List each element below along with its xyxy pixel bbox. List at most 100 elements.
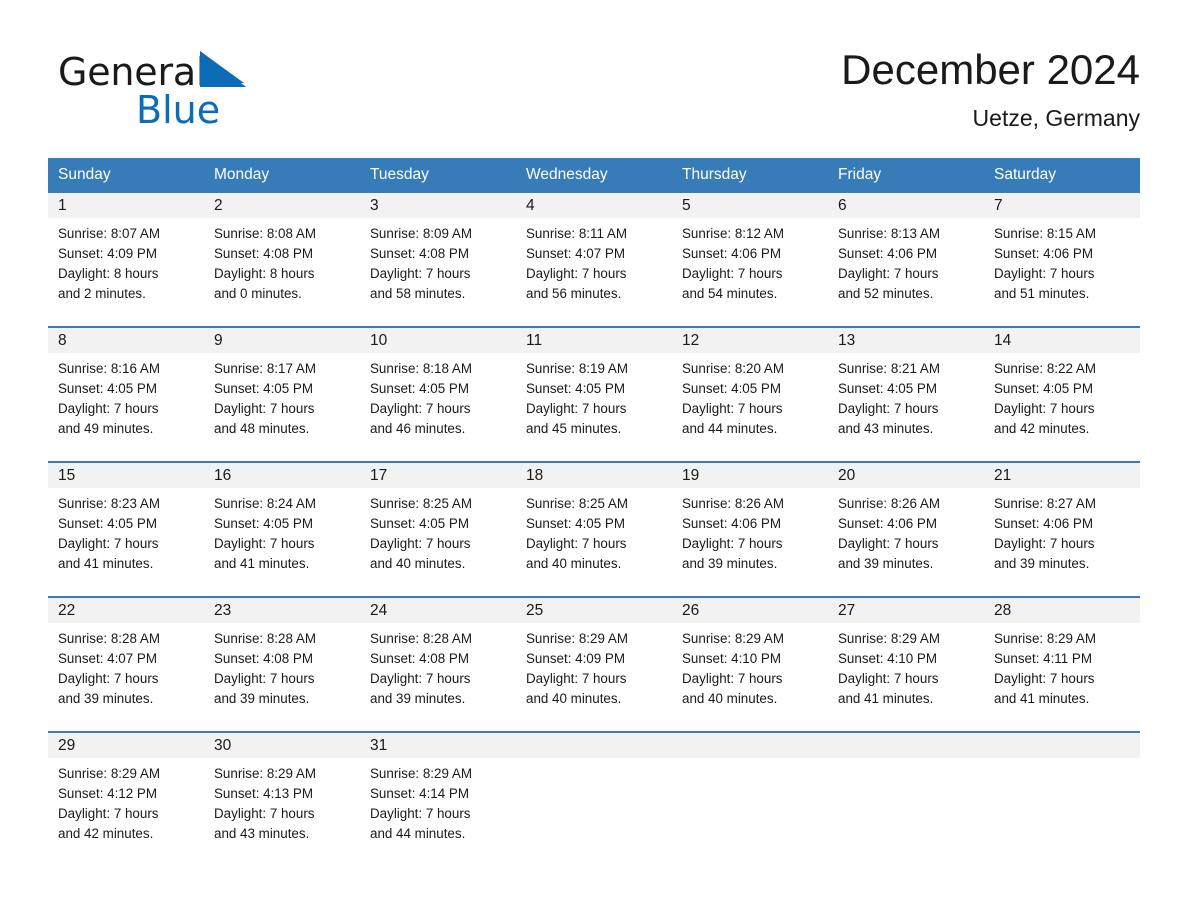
- day-number[interactable]: 3: [360, 191, 516, 218]
- day-cell: Sunrise: 8:08 AM Sunset: 4:08 PM Dayligh…: [204, 218, 360, 327]
- day-number-empty: [984, 731, 1140, 758]
- sunrise-text: Sunrise: 8:17 AM: [214, 361, 316, 376]
- sunrise-text: Sunrise: 8:29 AM: [838, 631, 940, 646]
- daylight-text-line1: Daylight: 7 hours: [58, 536, 159, 551]
- daylight-text-line2: and 42 minutes.: [58, 826, 154, 841]
- day-number[interactable]: 15: [48, 461, 204, 488]
- day-number-empty: [828, 731, 984, 758]
- day-number[interactable]: 20: [828, 461, 984, 488]
- day-number[interactable]: 2: [204, 191, 360, 218]
- day-number[interactable]: 31: [360, 731, 516, 758]
- day-number[interactable]: 8: [48, 326, 204, 353]
- sunset-text: Sunset: 4:10 PM: [838, 651, 937, 666]
- day-number[interactable]: 18: [516, 461, 672, 488]
- day-number[interactable]: 16: [204, 461, 360, 488]
- day-number[interactable]: 28: [984, 596, 1140, 623]
- sunset-text: Sunset: 4:05 PM: [682, 381, 781, 396]
- day-cell: Sunrise: 8:25 AM Sunset: 4:05 PM Dayligh…: [360, 488, 516, 597]
- daylight-text-line2: and 2 minutes.: [58, 286, 146, 301]
- daylight-text-line1: Daylight: 7 hours: [370, 671, 471, 686]
- day-number[interactable]: 17: [360, 461, 516, 488]
- day-number[interactable]: 23: [204, 596, 360, 623]
- daylight-text-line2: and 39 minutes.: [58, 691, 154, 706]
- day-cell: Sunrise: 8:29 AM Sunset: 4:11 PM Dayligh…: [984, 623, 1140, 732]
- day-number[interactable]: 6: [828, 191, 984, 218]
- generalblue-logo[interactable]: General Blue: [58, 50, 358, 142]
- sunrise-text: Sunrise: 8:24 AM: [214, 496, 316, 511]
- logo-text-blue: Blue: [136, 88, 221, 132]
- day-number[interactable]: 27: [828, 596, 984, 623]
- sunrise-text: Sunrise: 8:25 AM: [526, 496, 628, 511]
- day-number[interactable]: 25: [516, 596, 672, 623]
- day-number[interactable]: 4: [516, 191, 672, 218]
- day-number[interactable]: 24: [360, 596, 516, 623]
- sunrise-text: Sunrise: 8:26 AM: [838, 496, 940, 511]
- day-cell: Sunrise: 8:28 AM Sunset: 4:08 PM Dayligh…: [360, 623, 516, 732]
- day-number[interactable]: 30: [204, 731, 360, 758]
- day-cell: Sunrise: 8:07 AM Sunset: 4:09 PM Dayligh…: [48, 218, 204, 327]
- day-number[interactable]: 1: [48, 191, 204, 218]
- sunset-text: Sunset: 4:14 PM: [370, 786, 469, 801]
- daylight-text-line2: and 52 minutes.: [838, 286, 934, 301]
- day-cell: Sunrise: 8:15 AM Sunset: 4:06 PM Dayligh…: [984, 218, 1140, 327]
- daylight-text-line2: and 39 minutes.: [682, 556, 778, 571]
- day-number[interactable]: 21: [984, 461, 1140, 488]
- sunset-text: Sunset: 4:08 PM: [370, 651, 469, 666]
- day-cell: Sunrise: 8:18 AM Sunset: 4:05 PM Dayligh…: [360, 353, 516, 462]
- daylight-text-line2: and 0 minutes.: [214, 286, 302, 301]
- day-number[interactable]: 14: [984, 326, 1140, 353]
- sunrise-text: Sunrise: 8:16 AM: [58, 361, 160, 376]
- sunrise-text: Sunrise: 8:28 AM: [370, 631, 472, 646]
- daylight-text-line1: Daylight: 7 hours: [994, 671, 1095, 686]
- daylight-text-line1: Daylight: 7 hours: [838, 401, 939, 416]
- day-number-empty: [516, 731, 672, 758]
- daylight-text-line1: Daylight: 7 hours: [838, 536, 939, 551]
- sunset-text: Sunset: 4:09 PM: [58, 246, 157, 261]
- weekday-header-friday: Friday: [828, 158, 984, 192]
- daylight-text-line2: and 42 minutes.: [994, 421, 1090, 436]
- week-date-row: 1 2 3 4 5 6 7: [48, 191, 1140, 218]
- sunrise-text: Sunrise: 8:13 AM: [838, 226, 940, 241]
- sunset-text: Sunset: 4:05 PM: [370, 516, 469, 531]
- sunrise-text: Sunrise: 8:26 AM: [682, 496, 784, 511]
- day-cell: Sunrise: 8:29 AM Sunset: 4:13 PM Dayligh…: [204, 758, 360, 866]
- day-number[interactable]: 9: [204, 326, 360, 353]
- sunrise-text: Sunrise: 8:28 AM: [214, 631, 316, 646]
- day-cell: Sunrise: 8:27 AM Sunset: 4:06 PM Dayligh…: [984, 488, 1140, 597]
- daylight-text-line1: Daylight: 7 hours: [58, 671, 159, 686]
- week-date-row: 29 30 31: [48, 731, 1140, 758]
- day-number[interactable]: 5: [672, 191, 828, 218]
- daylight-text-line2: and 56 minutes.: [526, 286, 622, 301]
- day-number[interactable]: 29: [48, 731, 204, 758]
- daylight-text-line1: Daylight: 7 hours: [682, 536, 783, 551]
- daylight-text-line1: Daylight: 8 hours: [214, 266, 315, 281]
- week-info-row: Sunrise: 8:28 AM Sunset: 4:07 PM Dayligh…: [48, 623, 1140, 732]
- day-cell: Sunrise: 8:11 AM Sunset: 4:07 PM Dayligh…: [516, 218, 672, 327]
- calendar-page: General Blue December 2024 Uetze, German…: [0, 0, 1188, 918]
- day-number[interactable]: 10: [360, 326, 516, 353]
- week-info-row: Sunrise: 8:29 AM Sunset: 4:12 PM Dayligh…: [48, 758, 1140, 866]
- sunrise-text: Sunrise: 8:22 AM: [994, 361, 1096, 376]
- sunset-text: Sunset: 4:05 PM: [526, 516, 625, 531]
- daylight-text-line1: Daylight: 7 hours: [526, 401, 627, 416]
- week-info-row: Sunrise: 8:23 AM Sunset: 4:05 PM Dayligh…: [48, 488, 1140, 597]
- day-number[interactable]: 12: [672, 326, 828, 353]
- day-number[interactable]: 26: [672, 596, 828, 623]
- day-cell: Sunrise: 8:29 AM Sunset: 4:14 PM Dayligh…: [360, 758, 516, 866]
- day-number[interactable]: 11: [516, 326, 672, 353]
- daylight-text-line2: and 40 minutes.: [526, 691, 622, 706]
- weekday-header-wednesday: Wednesday: [516, 158, 672, 192]
- day-cell: Sunrise: 8:25 AM Sunset: 4:05 PM Dayligh…: [516, 488, 672, 597]
- daylight-text-line1: Daylight: 7 hours: [682, 266, 783, 281]
- day-number[interactable]: 13: [828, 326, 984, 353]
- day-cell: Sunrise: 8:19 AM Sunset: 4:05 PM Dayligh…: [516, 353, 672, 462]
- day-number[interactable]: 7: [984, 191, 1140, 218]
- day-number[interactable]: 22: [48, 596, 204, 623]
- sunrise-text: Sunrise: 8:29 AM: [214, 766, 316, 781]
- day-cell-empty: [672, 758, 828, 866]
- day-number[interactable]: 19: [672, 461, 828, 488]
- daylight-text-line2: and 58 minutes.: [370, 286, 466, 301]
- daylight-text-line2: and 40 minutes.: [370, 556, 466, 571]
- sunset-text: Sunset: 4:05 PM: [370, 381, 469, 396]
- day-cell-empty: [984, 758, 1140, 866]
